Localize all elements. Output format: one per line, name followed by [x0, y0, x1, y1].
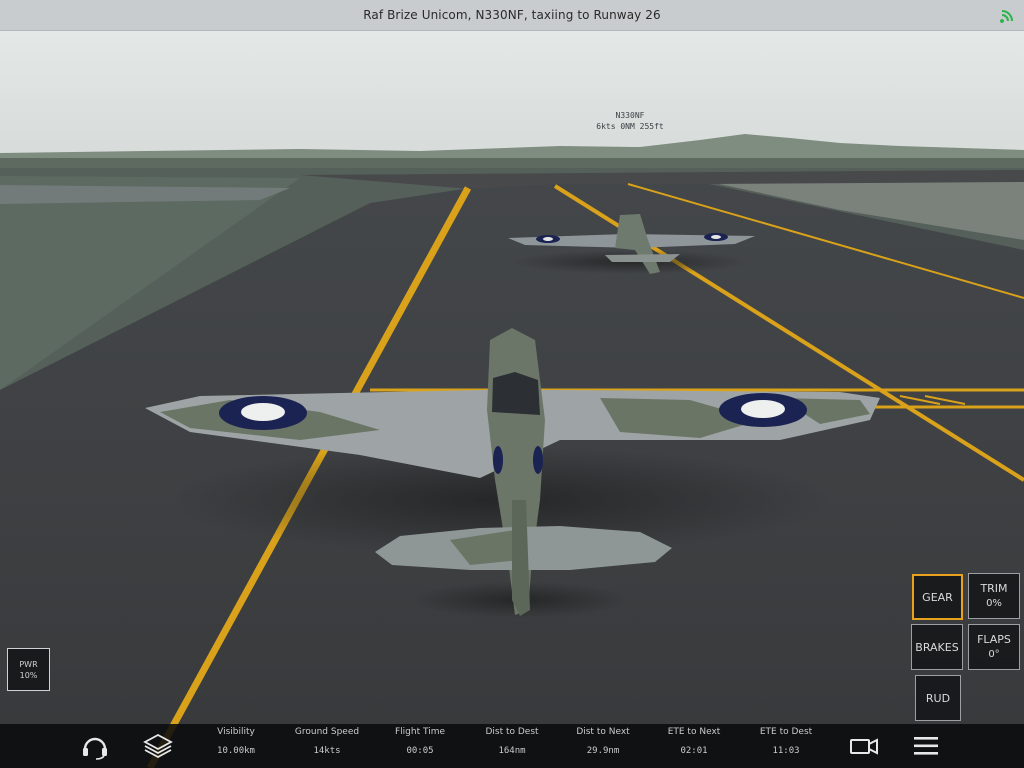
brakes-label: BRAKES [915, 640, 959, 654]
stat-value: 02:01 [680, 746, 708, 756]
sky [0, 30, 1024, 155]
stat-label: Visibility [217, 727, 255, 737]
stat-ete-to-next: ETE to Next 02:01 [648, 726, 740, 758]
stat-value: 29.9nm [586, 746, 620, 756]
menu-icon[interactable] [911, 732, 941, 760]
stat-dist-to-next: Dist to Next 29.9nm [557, 726, 649, 758]
camera-icon[interactable] [849, 732, 879, 760]
flaps-button[interactable]: FLAPS 0° [968, 624, 1020, 670]
aircraft-callsign: N330NF [615, 111, 645, 120]
stat-flight-time: Flight Time 00:05 [374, 726, 466, 758]
brakes-button[interactable]: BRAKES [911, 624, 963, 670]
stat-ete-to-dest: ETE to Dest 11:03 [740, 726, 832, 758]
power-value: 10% [19, 670, 38, 680]
stat-value: 00:05 [406, 746, 434, 756]
stat-value: 10.00km [217, 746, 255, 756]
stat-label: Ground Speed [294, 727, 360, 737]
stat-label: ETE to Next [667, 727, 721, 737]
stat-label: ETE to Dest [759, 727, 813, 737]
status-bar: Raf Brize Unicom, N330NF, taxiing to Run… [0, 0, 1024, 31]
atc-status-text: Raf Brize Unicom, N330NF, taxiing to Run… [363, 8, 661, 22]
power-label: PWR [19, 659, 38, 669]
flight-sim-screen: Raf Brize Unicom, N330NF, taxiing to Run… [0, 0, 1024, 768]
rudder-label: RUD [925, 691, 951, 705]
stat-visibility: Visibility 10.00km [190, 726, 282, 758]
stat-value: 164nm [498, 746, 526, 756]
signal-icon [1000, 10, 1013, 23]
stat-value: 11:03 [772, 746, 800, 756]
stat-ground-speed: Ground Speed 14kts [281, 726, 373, 758]
bottom-toolbar: Visibility 10.00km Ground Speed 14kts Fl… [0, 724, 1024, 768]
stat-value: 14kts [313, 746, 341, 756]
stat-label: Dist to Dest [485, 727, 539, 737]
aircraft-tag: N330NF 6kts 0NM 255ft [560, 110, 700, 132]
stat-dist-to-dest: Dist to Dest 164nm [466, 726, 558, 758]
gear-button[interactable]: GEAR [912, 574, 963, 620]
layers-icon[interactable] [143, 732, 173, 760]
stat-label: Dist to Next [576, 727, 630, 737]
trim-button[interactable]: TRIM 0% [968, 573, 1020, 619]
flaps-value: 0° [988, 649, 1000, 660]
gear-label: GEAR [922, 590, 953, 604]
headset-icon[interactable] [80, 732, 110, 760]
flaps-label: FLAPS [977, 633, 1011, 646]
stat-label: Flight Time [394, 727, 445, 737]
power-throttle[interactable]: PWR 10% [7, 648, 50, 691]
3d-scene-view [0, 30, 1024, 768]
trim-label: TRIM [980, 582, 1008, 595]
trim-value: 0% [986, 598, 1002, 609]
aircraft-info: 6kts 0NM 255ft [596, 122, 664, 131]
rudder-button[interactable]: RUD [915, 675, 961, 721]
